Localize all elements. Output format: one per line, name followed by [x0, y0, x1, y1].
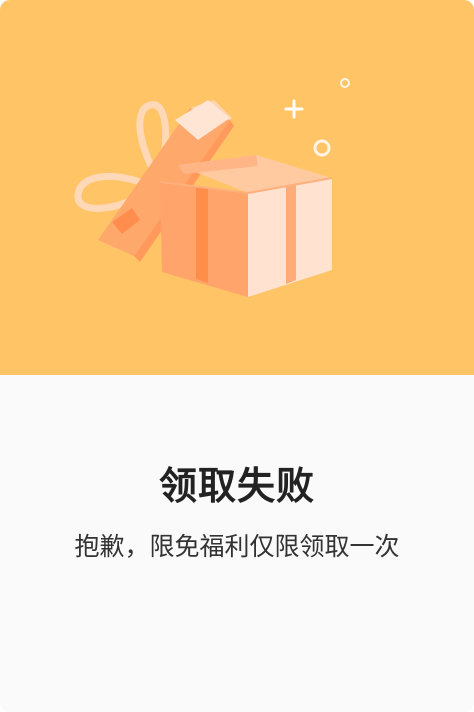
- dialog-title: 领取失败: [158, 464, 315, 508]
- dialog-message: 抱歉，限免福利仅限领取一次: [74, 532, 400, 561]
- sparkle-circle-small-icon: [340, 78, 350, 88]
- gift-box-body-icon: [159, 177, 333, 297]
- failure-dialog: 领取失败 抱歉，限免福利仅限领取一次: [0, 0, 474, 712]
- hero-banner: [0, 0, 474, 375]
- dialog-body: 领取失败 抱歉，限免福利仅限领取一次: [0, 375, 474, 712]
- open-gift-box-icon: [74, 78, 350, 297]
- sparkle-circle-large-icon: [313, 139, 331, 157]
- sparkle-plus-icon: [284, 99, 304, 119]
